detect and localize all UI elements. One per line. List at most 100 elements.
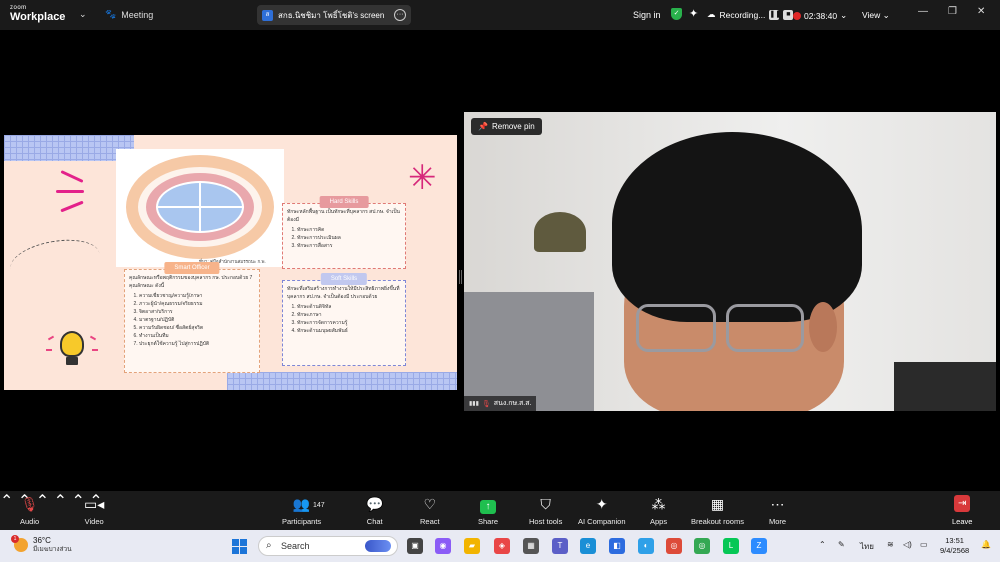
apps-button[interactable]: ⁂ Apps <box>650 495 667 526</box>
grid-icon: ▦ <box>710 496 725 512</box>
shield-icon: ⛉ <box>540 496 551 512</box>
zoom-logo: zoom Workplace <box>10 5 65 23</box>
notification-bell-icon[interactable]: 🔔 <box>981 540 991 549</box>
pen-icon[interactable]: ✎ <box>838 540 845 549</box>
more-dots-icon: ⋯ <box>770 496 785 512</box>
audio-button[interactable]: 🎙 Audio <box>20 495 39 526</box>
more-options-icon[interactable]: ··· <box>394 9 406 21</box>
system-clock[interactable]: 13:51 9/4/2568 <box>940 536 969 556</box>
dashed-arrow <box>7 233 103 289</box>
participant-video[interactable]: 📌 Remove pin ▮▮▮ 🎙 สนง.กษ.ส.ส. <box>464 112 996 411</box>
list-item: มาตรฐาน/ปฏิบัติ <box>139 316 255 324</box>
chrome-icon[interactable]: ◎ <box>694 538 710 554</box>
bulb-ray <box>89 335 97 341</box>
search-highlight-icon <box>365 540 391 552</box>
pin-icon: 📌 <box>478 122 488 131</box>
stop-recording-icon[interactable]: ■ <box>783 9 794 20</box>
ai-sparkle-icon[interactable]: ✦ <box>689 7 698 20</box>
list-item: ทักษะการคิด <box>297 226 401 234</box>
recording-indicator: ☁ Recording... ❚❚ ■ <box>707 9 794 20</box>
chevron-up-icon[interactable]: ⌃ <box>71 493 84 510</box>
weather-condition: มีเมฆบางส่วน <box>33 546 72 553</box>
taskbar-search[interactable]: ⌕ Search <box>258 536 398 556</box>
participants-button[interactable]: 👥 Participants <box>282 495 321 526</box>
video-button[interactable]: ▭◂ Video <box>84 495 104 526</box>
wheel-divider <box>199 181 201 233</box>
task-view-icon[interactable]: ▣ <box>407 538 423 554</box>
app-icon[interactable]: ▦ <box>523 538 539 554</box>
soft-skills-intro: ทักษะที่เสริมสร้างการทำงานให้มีประสิทธิภ… <box>287 286 400 300</box>
battery-icon[interactable]: ▭ <box>920 540 928 549</box>
hard-skills-box: Hard Skills ทักษะหลักพื้นฐาน เป็นทักษะที… <box>282 196 406 269</box>
leave-button[interactable]: ⇥ Leave <box>952 495 972 526</box>
chevron-up-icon[interactable]: ⌃ <box>54 493 67 510</box>
chevron-down-icon[interactable]: ⌄ <box>79 9 87 20</box>
host-tools-button[interactable]: ⛉ Host tools <box>529 495 562 526</box>
app-icon[interactable]: ◈ <box>494 538 510 554</box>
list-item: จิตอาสา/บริการ <box>139 308 255 316</box>
shared-screen-title: สกธ.นิชชิมา โพธิ์โชติ's screen <box>278 10 385 20</box>
remove-pin-button[interactable]: 📌 Remove pin <box>471 118 542 135</box>
hard-skills-title: Hard Skills <box>319 196 369 208</box>
remove-pin-label: Remove pin <box>491 122 535 131</box>
chevron-down-icon: ⌄ <box>840 10 848 20</box>
leave-door-icon: ⇥ <box>954 495 971 512</box>
close-icon[interactable]: ✕ <box>977 6 985 17</box>
meeting-menu[interactable]: 🐾 Meeting <box>105 9 153 20</box>
clock-date: 9/4/2568 <box>940 546 970 555</box>
line-icon[interactable]: L <box>723 538 739 554</box>
leave-label: Leave <box>952 517 973 526</box>
video-label: Video <box>84 517 104 526</box>
search-icon: ⌕ <box>266 540 272 551</box>
file-explorer-icon[interactable]: ▰ <box>464 538 480 554</box>
weather-temp: 36°C <box>33 536 51 545</box>
minimize-icon[interactable]: — <box>918 6 928 17</box>
volume-icon[interactable]: ◁) <box>903 540 912 549</box>
record-dot-icon <box>793 11 801 20</box>
timer-label: 02:38:40 <box>804 10 838 21</box>
chevron-up-icon[interactable]: ⌃ <box>819 540 826 549</box>
edge-icon[interactable]: e <box>580 538 596 554</box>
smart-officer-intro: คุณลักษณะหรือพฤติกรรมของบุคลากร กษ. ประก… <box>129 275 253 289</box>
list-item: ทำงานเป็นทีม <box>139 332 255 340</box>
chrome-icon[interactable]: ◎ <box>666 538 682 554</box>
store-icon[interactable]: ◧ <box>609 538 625 554</box>
smart-officer-box: Smart Officer คุณลักษณะหรือพฤติกรรมของบุ… <box>124 262 260 373</box>
mic-muted-icon: 🎙 <box>481 400 491 408</box>
view-menu[interactable]: View ⌄ <box>862 10 890 21</box>
sign-in-link[interactable]: Sign in <box>633 10 661 20</box>
chevron-up-icon[interactable]: ⌃ <box>0 493 13 510</box>
pause-recording-icon[interactable]: ❚❚ <box>769 9 781 20</box>
start-button[interactable] <box>232 539 247 554</box>
camera-icon: ▭◂ <box>84 496 105 512</box>
chat-button[interactable]: 💬 Chat <box>366 495 383 526</box>
react-button[interactable]: ♡ React <box>420 495 440 526</box>
lightbulb-base <box>66 357 78 365</box>
meeting-timer[interactable]: 02:38:40 ⌄ <box>793 10 847 21</box>
search-label: Search <box>281 541 310 551</box>
copilot-icon[interactable]: ◉ <box>435 538 451 554</box>
shared-screen-pill[interactable]: ส สกธ.นิชชิมา โพธิ์โชติ's screen ··· <box>257 5 411 25</box>
restore-icon[interactable]: ❐ <box>948 6 957 17</box>
meeting-controls: 🎙 Audio ⌃ ▭◂ Video ⌃ 👥 Participants 147 … <box>0 491 1000 530</box>
more-button[interactable]: ⋯ More <box>769 495 786 526</box>
decor-grid-stripe <box>227 372 457 390</box>
breakout-rooms-button[interactable]: ▦ Breakout rooms <box>691 495 744 526</box>
language-indicator[interactable]: ไทย <box>860 540 874 553</box>
app-icon[interactable]: ◐ <box>638 538 654 554</box>
soft-skills-title: Soft Skills <box>320 273 368 285</box>
encryption-shield-icon[interactable]: ✓ <box>671 8 682 20</box>
split-resize-handle[interactable] <box>459 270 462 284</box>
wifi-icon[interactable]: ≋ <box>887 540 894 549</box>
glasses-lens <box>636 304 716 352</box>
teams-icon[interactable]: T <box>552 538 568 554</box>
weather-widget[interactable]: 1 36°C มีเมฆบางส่วน <box>11 535 72 554</box>
share-button[interactable]: ↑ Share <box>478 495 498 526</box>
paw-icon: 🐾 <box>105 9 117 19</box>
participants-label: Participants <box>282 517 322 526</box>
list-item: ทักษะด้านมนุษยสัมพันธ์ <box>297 327 401 335</box>
zoom-app-icon[interactable]: Z <box>751 538 767 554</box>
ai-companion-button[interactable]: ✦ AI Companion <box>578 495 626 526</box>
more-label: More <box>769 517 787 526</box>
share-arrow-icon: ↑ <box>478 495 498 514</box>
